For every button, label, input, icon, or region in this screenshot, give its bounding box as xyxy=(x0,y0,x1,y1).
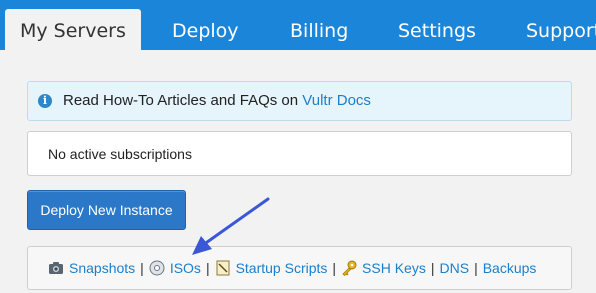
annotation-arrow xyxy=(192,197,270,255)
